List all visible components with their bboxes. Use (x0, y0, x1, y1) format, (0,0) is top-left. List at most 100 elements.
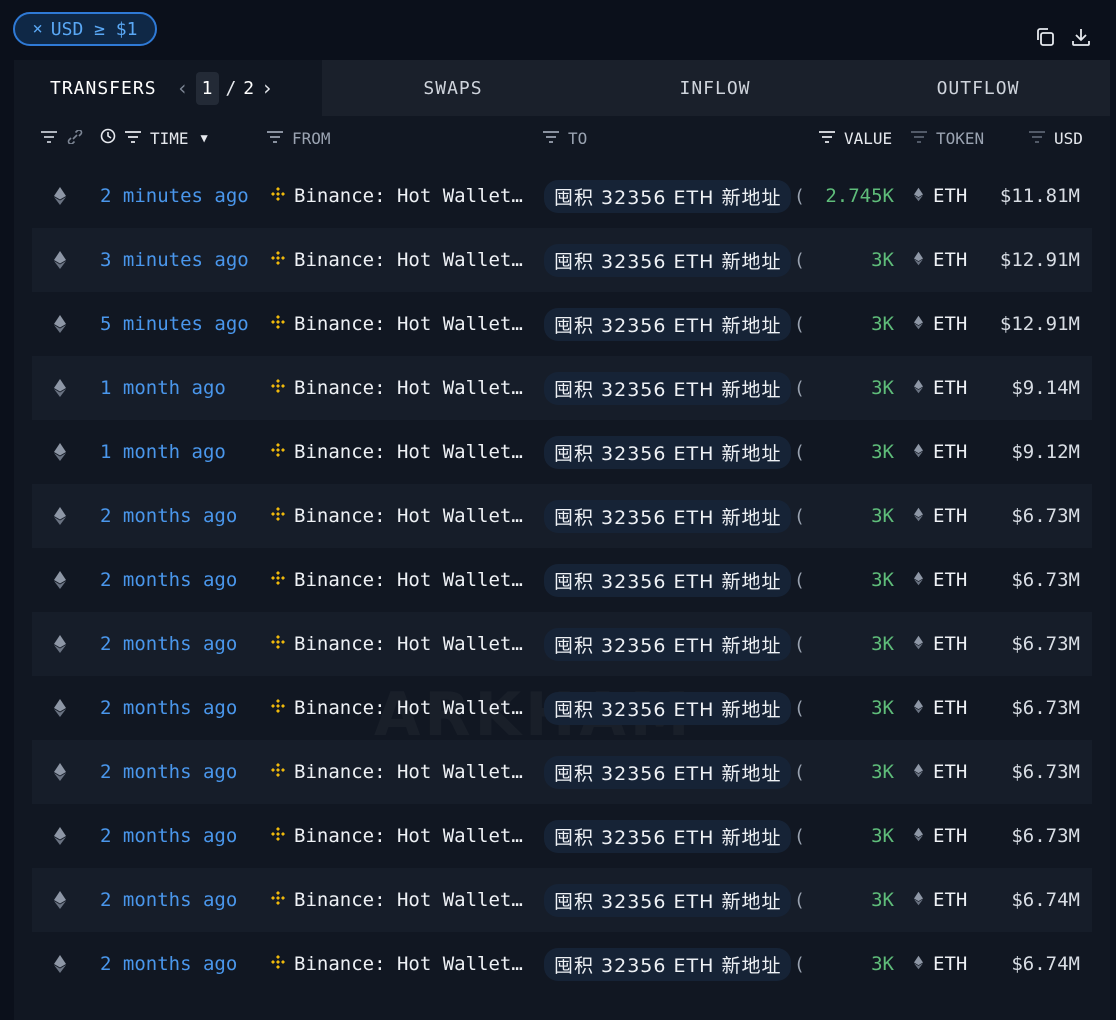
link-icon[interactable] (66, 128, 84, 148)
remove-filter-icon[interactable]: × (33, 19, 43, 39)
row-token[interactable]: ETH (914, 676, 967, 740)
to-entity[interactable]: 囤积 32356 ETH 新地址 (544, 292, 792, 356)
row-token[interactable]: ETH (914, 356, 967, 420)
table-row[interactable]: 2 months ago Binance: Hot Wallet… 囤积 323… (32, 612, 1092, 676)
row-time[interactable]: 2 minutes ago (100, 164, 249, 228)
table-row[interactable]: 2 months ago Binance: Hot Wallet… 囤积 323… (32, 484, 1092, 548)
table-row[interactable]: 2 months ago Binance: Hot Wallet… 囤积 323… (32, 548, 1092, 612)
ethereum-icon (54, 356, 66, 420)
time-header-label: TIME (150, 128, 189, 148)
from-entity[interactable]: Binance: Hot Wallet… (270, 932, 523, 996)
filter-chip-label: USD ≥ $1 (50, 18, 138, 40)
from-entity[interactable]: Binance: Hot Wallet… (270, 292, 523, 356)
table-row[interactable]: 3 minutes ago Binance: Hot Wallet… 囤积 32… (32, 228, 1092, 292)
row-time[interactable]: 2 months ago (100, 868, 237, 932)
row-time[interactable]: 5 minutes ago (100, 292, 249, 356)
from-label: Binance: Hot Wallet… (294, 505, 523, 527)
tab-transfers[interactable]: TRANSFERS ‹ 1 / 2 › (14, 60, 322, 116)
row-token[interactable]: ETH (914, 804, 967, 868)
row-token[interactable]: ETH (914, 932, 967, 996)
filter-icon[interactable] (1028, 129, 1046, 148)
tab-inflow[interactable]: INFLOW (584, 60, 846, 116)
row-time[interactable]: 2 months ago (100, 932, 237, 996)
row-token[interactable]: ETH (914, 740, 967, 804)
tab-outflow[interactable]: OUTFLOW (846, 60, 1110, 116)
table-row[interactable]: 2 months ago Binance: Hot Wallet… 囤积 323… (32, 932, 1092, 996)
to-entity[interactable]: 囤积 32356 ETH 新地址 (544, 868, 792, 932)
to-address-paren: ( (794, 889, 805, 911)
from-entity[interactable]: Binance: Hot Wallet… (270, 484, 523, 548)
to-entity[interactable]: 囤积 32356 ETH 新地址 (544, 932, 792, 996)
row-time[interactable]: 2 months ago (100, 548, 237, 612)
row-token[interactable]: ETH (914, 292, 967, 356)
row-time[interactable]: 2 months ago (100, 740, 237, 804)
from-entity[interactable]: Binance: Hot Wallet… (270, 612, 523, 676)
table-row[interactable]: 1 month ago Binance: Hot Wallet… 囤积 3235… (32, 356, 1092, 420)
row-usd: $6.73M (1011, 697, 1080, 719)
copy-icon[interactable] (1034, 26, 1056, 52)
table-row[interactable]: 2 months ago Binance: Hot Wallet… 囤积 323… (32, 804, 1092, 868)
row-time[interactable]: 2 months ago (100, 676, 237, 740)
from-entity[interactable]: Binance: Hot Wallet… (270, 740, 523, 804)
filter-icon[interactable] (542, 129, 560, 148)
filter-icon[interactable] (266, 129, 284, 148)
to-column-header[interactable]: TO (542, 116, 587, 160)
to-entity[interactable]: 囤积 32356 ETH 新地址 (544, 228, 792, 292)
from-entity[interactable]: Binance: Hot Wallet… (270, 420, 523, 484)
table-row[interactable]: 2 months ago Binance: Hot Wallet… 囤积 323… (32, 740, 1092, 804)
caret-down-icon[interactable]: ▼ (201, 131, 208, 145)
filter-icon[interactable] (818, 129, 836, 148)
to-entity[interactable]: 囤积 32356 ETH 新地址 (544, 164, 792, 228)
to-entity[interactable]: 囤积 32356 ETH 新地址 (544, 740, 792, 804)
row-token[interactable]: ETH (914, 548, 967, 612)
to-entity[interactable]: 囤积 32356 ETH 新地址 (544, 804, 792, 868)
row-token[interactable]: ETH (914, 612, 967, 676)
row-token[interactable]: ETH (914, 484, 967, 548)
filter-icon[interactable] (124, 129, 142, 148)
table-row[interactable]: 1 month ago Binance: Hot Wallet… 囤积 3235… (32, 420, 1092, 484)
row-time[interactable]: 1 month ago (100, 420, 226, 484)
to-entity[interactable]: 囤积 32356 ETH 新地址 (544, 420, 792, 484)
to-entity[interactable]: 囤积 32356 ETH 新地址 (544, 484, 792, 548)
to-entity[interactable]: 囤积 32356 ETH 新地址 (544, 356, 792, 420)
table-row[interactable]: 5 minutes ago Binance: Hot Wallet… 囤积 32… (32, 292, 1092, 356)
filter-icon[interactable] (40, 129, 58, 148)
row-time[interactable]: 3 minutes ago (100, 228, 249, 292)
ethereum-icon (914, 569, 923, 591)
from-entity[interactable]: Binance: Hot Wallet… (270, 164, 523, 228)
from-label: Binance: Hot Wallet… (294, 377, 523, 399)
to-entity[interactable]: 囤积 32356 ETH 新地址 (544, 548, 792, 612)
table-row[interactable]: 2 months ago Binance: Hot Wallet… 囤积 323… (32, 868, 1092, 932)
row-token[interactable]: ETH (914, 420, 967, 484)
token-column-header[interactable]: TOKEN (910, 116, 984, 160)
row-time[interactable]: 2 months ago (100, 612, 237, 676)
to-entity[interactable]: 囤积 32356 ETH 新地址 (544, 612, 792, 676)
from-entity[interactable]: Binance: Hot Wallet… (270, 676, 523, 740)
token-symbol: ETH (933, 761, 968, 783)
ethereum-icon (54, 676, 66, 740)
usd-filter-chip[interactable]: × USD ≥ $1 (13, 12, 157, 46)
from-entity[interactable]: Binance: Hot Wallet… (270, 548, 523, 612)
row-time[interactable]: 1 month ago (100, 356, 226, 420)
chevron-right-icon[interactable]: › (261, 76, 274, 100)
download-icon[interactable] (1070, 26, 1092, 52)
to-entity[interactable]: 囤积 32356 ETH 新地址 (544, 676, 792, 740)
from-entity[interactable]: Binance: Hot Wallet… (270, 228, 523, 292)
from-entity[interactable]: Binance: Hot Wallet… (270, 868, 523, 932)
value-column-header[interactable]: VALUE (818, 116, 892, 160)
from-entity[interactable]: Binance: Hot Wallet… (270, 804, 523, 868)
row-token[interactable]: ETH (914, 164, 967, 228)
row-time[interactable]: 2 months ago (100, 804, 237, 868)
filter-icon[interactable] (910, 129, 928, 148)
chevron-left-icon[interactable]: ‹ (177, 76, 190, 100)
row-token[interactable]: ETH (914, 868, 967, 932)
row-token[interactable]: ETH (914, 228, 967, 292)
usd-column-header[interactable]: USD (1028, 116, 1083, 160)
tab-swaps[interactable]: SWAPS (322, 60, 584, 116)
row-time[interactable]: 2 months ago (100, 484, 237, 548)
from-column-header[interactable]: FROM (266, 116, 331, 160)
time-column-header[interactable]: TIME ▼ (100, 116, 208, 160)
table-row[interactable]: 2 minutes ago Binance: Hot Wallet… 囤积 32… (32, 164, 1092, 228)
table-row[interactable]: 2 months ago Binance: Hot Wallet… 囤积 323… (32, 676, 1092, 740)
from-entity[interactable]: Binance: Hot Wallet… (270, 356, 523, 420)
